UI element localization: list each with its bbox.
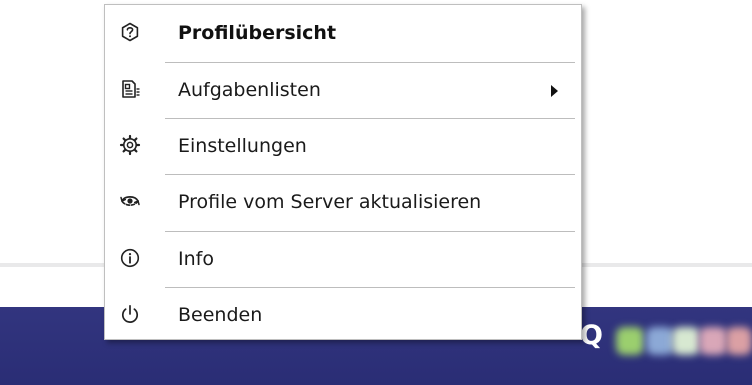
tray-app-q-icon[interactable]: Q (580, 321, 603, 351)
menu-item-profile-overview[interactable]: Profilübersicht (105, 5, 581, 61)
tray-context-menu: Profilübersicht Aufgabenlisten Einstellu… (104, 4, 582, 340)
menu-item-settings[interactable]: Einstellungen (105, 118, 581, 174)
tray-icon[interactable] (699, 327, 727, 355)
menu-item-refresh-profiles[interactable]: Profile vom Server aktualisieren (105, 174, 581, 230)
menu-item-exit[interactable]: Beenden (105, 287, 581, 343)
eye-refresh-icon (120, 196, 140, 206)
question-circle-icon (121, 22, 139, 42)
menu-item-label: Beenden (178, 304, 263, 326)
menu-item-task-lists[interactable]: Aufgabenlisten (105, 62, 581, 118)
info-circle-icon (120, 248, 140, 268)
tray-icon[interactable] (726, 327, 752, 355)
tray-icon[interactable] (672, 327, 700, 355)
tray-icon[interactable] (646, 327, 674, 355)
menu-item-label: Profile vom Server aktualisieren (178, 191, 482, 213)
power-icon (121, 304, 139, 323)
menu-item-label: Einstellungen (178, 135, 307, 157)
gear-icon (119, 134, 141, 156)
document-list-icon (122, 80, 140, 98)
menu-item-label: Aufgabenlisten (178, 79, 321, 101)
menu-item-label: Info (178, 248, 214, 270)
submenu-arrow-icon (551, 85, 558, 97)
menu-item-info[interactable]: Info (105, 231, 581, 287)
menu-item-label: Profilübersicht (178, 22, 337, 44)
tray-icon[interactable] (616, 327, 644, 355)
